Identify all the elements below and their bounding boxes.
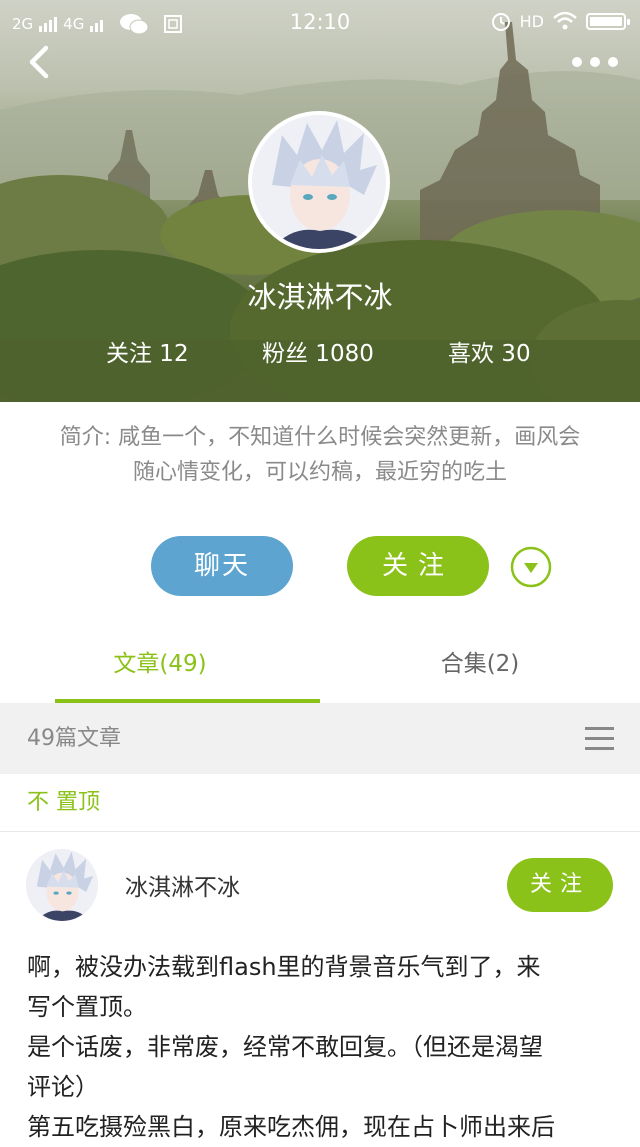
more-dots-icon[interactable] — [572, 52, 618, 72]
menu-icon[interactable] — [585, 727, 614, 751]
profile-avatar[interactable] — [248, 111, 390, 253]
post-content[interactable]: 啊，被没办法载到flash里的背景音乐气到了，来 写个置顶。 是个话废，非常废，… — [27, 947, 623, 1147]
intro-line: 简介: 咸鱼一个，不知道什么时候会突然更新，画风会 — [59, 425, 581, 450]
chat-button[interactable]: 聊天 — [151, 536, 293, 596]
wifi-icon — [553, 11, 577, 30]
following-count[interactable]: 关注 12 — [106, 334, 189, 368]
post-line: 是个话废，非常废，经常不敢回复。（但还是渴望 — [27, 1033, 543, 1061]
profile-nickname: 冰淇淋不冰 — [247, 280, 393, 314]
fans-count[interactable]: 粉丝 1080 — [262, 334, 374, 368]
post-author-name[interactable]: 冰淇淋不冰 — [125, 868, 240, 902]
post-author-avatar[interactable] — [26, 849, 98, 921]
anime-avatar-image — [26, 849, 98, 921]
triangle-down-icon[interactable] — [510, 546, 552, 588]
post-line: 第五吃摄殓黑白，原来吃杰佣，现在占卜师出来后 — [27, 1113, 555, 1141]
alarm-icon — [491, 13, 510, 31]
article-count: 49篇文章 — [27, 726, 121, 751]
post-follow-button[interactable]: 关注 — [507, 858, 613, 912]
battery-icon — [586, 12, 630, 30]
hd-label: HD — [519, 11, 544, 31]
profile-intro: 简介: 咸鱼一个，不知道什么时候会突然更新，画风会 随心情变化，可以约稿，最近穷… — [0, 420, 640, 490]
status-bar: 2G 4G 12:10 HD — [0, 0, 640, 44]
pinned-section: 不 置顶 — [0, 774, 640, 832]
post-line: 评论） — [27, 1073, 99, 1101]
tab-articles[interactable]: 文章(49) — [0, 630, 320, 704]
content-tabs: 文章(49) 合集(2) — [0, 630, 640, 704]
anime-avatar-image — [252, 115, 386, 249]
tab-collections[interactable]: 合集(2) — [320, 630, 640, 704]
post-line: 啊，被没办法载到flash里的背景音乐气到了，来 — [27, 953, 541, 981]
follow-button[interactable]: 关注 — [347, 536, 489, 596]
intro-line: 随心情变化，可以约稿，最近穷的吃土 — [132, 460, 507, 485]
pinned-label: 不 置顶 — [27, 790, 100, 815]
profile-header-banner: 2G 4G 12:10 HD 冰淇淋不冰 关注 12 粉丝 1080 喜欢 30 — [0, 0, 640, 402]
back-icon[interactable] — [20, 40, 60, 84]
post-line: 写个置顶。 — [27, 993, 147, 1021]
likes-count[interactable]: 喜欢 30 — [448, 334, 531, 368]
article-list-header: 49篇文章 — [0, 703, 640, 774]
